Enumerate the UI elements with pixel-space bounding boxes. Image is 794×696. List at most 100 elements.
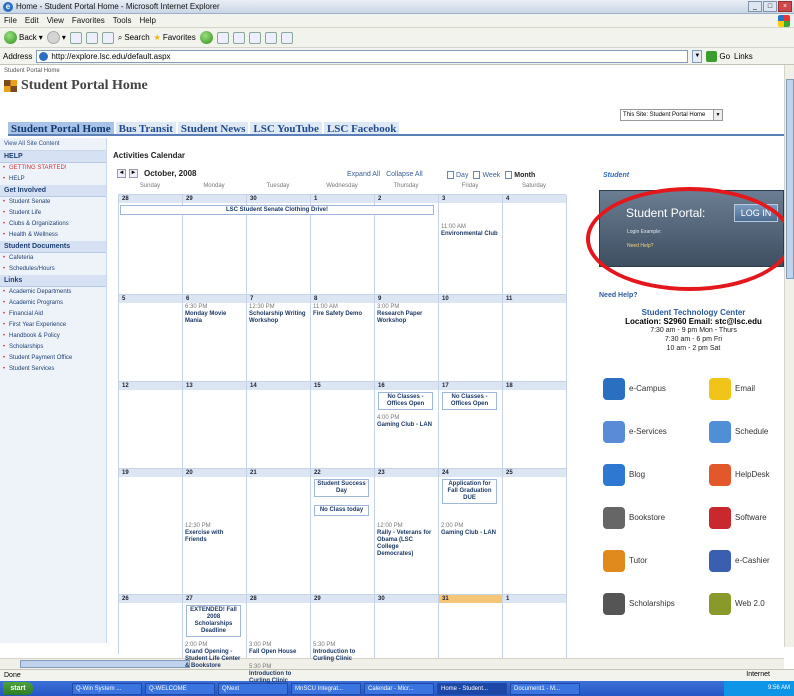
calendar-event[interactable]: 4:00 PM Gaming Club - LAN: [377, 415, 435, 429]
calendar-day-cell[interactable]: 21: [247, 469, 311, 595]
stop-icon[interactable]: [69, 31, 82, 44]
event-banner[interactable]: LSC Student Senate Clothing Drive!: [120, 205, 434, 215]
messenger-icon[interactable]: [280, 31, 293, 44]
address-dropdown-icon[interactable]: ▼: [692, 49, 703, 63]
calendar-day-cell[interactable]: 5: [119, 295, 183, 382]
tab-student-portal-home[interactable]: Student Portal Home: [8, 122, 114, 135]
horizontal-scroll-thumb[interactable]: [20, 660, 190, 668]
nav-item-financial-aid[interactable]: Financial Aid: [0, 309, 106, 320]
nav-item-academic-departments[interactable]: Academic Departments: [0, 287, 106, 298]
menu-help[interactable]: Help: [139, 16, 155, 25]
taskbar-item[interactable]: Calendar - Micr...: [364, 682, 434, 695]
nav-item-academic-programs[interactable]: Academic Programs: [0, 298, 106, 309]
history-icon[interactable]: [199, 31, 213, 44]
refresh-icon[interactable]: [85, 31, 98, 44]
service-link-email[interactable]: Email: [709, 378, 755, 400]
service-link-schedule[interactable]: Schedule: [709, 421, 768, 443]
calendar-event[interactable]: 6:30 PM Monday Movie Mania: [185, 304, 243, 325]
calendar-event[interactable]: 3:00 PM Research Paper Workshop: [377, 304, 435, 325]
nav-heading-links[interactable]: Links: [0, 275, 106, 287]
horizontal-scrollbar[interactable]: [0, 658, 784, 669]
scope-dropdown-icon[interactable]: ▼: [713, 110, 722, 120]
search-button[interactable]: ⌕ Search: [118, 33, 150, 43]
links-button[interactable]: Links: [734, 52, 753, 61]
tab-lsc-facebook[interactable]: LSC Facebook: [323, 122, 400, 135]
taskbar-item[interactable]: Q-Win System ...: [72, 682, 142, 695]
service-link-scholarships[interactable]: Scholarships: [603, 593, 675, 615]
tab-lsc-youtube[interactable]: LSC YouTube: [250, 122, 322, 135]
week-view-button[interactable]: Week: [473, 171, 500, 179]
vertical-scrollbar[interactable]: [784, 65, 794, 647]
close-button[interactable]: ×: [778, 1, 792, 12]
calendar-day-cell[interactable]: 18: [503, 382, 567, 469]
calendar-day-cell[interactable]: 4: [503, 195, 567, 295]
edit-icon[interactable]: [248, 31, 261, 44]
taskbar-item[interactable]: Document1 - M...: [510, 682, 580, 695]
calendar-event[interactable]: No Class today: [314, 505, 369, 516]
menu-view[interactable]: View: [47, 16, 64, 25]
nav-heading-student-documents[interactable]: Student Documents: [0, 241, 106, 253]
go-button[interactable]: Go: [706, 50, 730, 62]
nav-item-handbook[interactable]: Handbook & Policy: [0, 331, 106, 342]
calendar-event[interactable]: EXTENDED! Fall 2008 Scholarships Deadlin…: [186, 605, 241, 637]
favorites-button[interactable]: ★ Favorites: [154, 33, 196, 42]
calendar-event[interactable]: 11:00 AM Fire Safety Demo: [313, 304, 371, 318]
address-input[interactable]: http://explore.lsc.edu/default.aspx: [36, 49, 689, 63]
calendar-event[interactable]: 3:00 PM Fall Open House: [249, 642, 307, 656]
menu-file[interactable]: File: [4, 16, 17, 25]
calendar-event[interactable]: 2:00 PM Grand Opening - Student Life Cent…: [185, 642, 243, 670]
service-link-blog[interactable]: Blog: [603, 464, 645, 486]
day-view-button[interactable]: Day: [447, 171, 468, 179]
calendar-event[interactable]: 5:30 PM Introduction to Curling Clinic: [249, 664, 307, 685]
service-link-bookstore[interactable]: Bookstore: [603, 507, 665, 529]
collapse-all-link[interactable]: Collapse All: [386, 171, 423, 178]
back-button[interactable]: Back ▾: [4, 31, 43, 44]
service-link-helpdesk[interactable]: HelpDesk: [709, 464, 770, 486]
prev-month-button[interactable]: ◄: [117, 169, 126, 178]
calendar-day-cell[interactable]: 12: [119, 382, 183, 469]
calendar-day-cell[interactable]: 13: [183, 382, 247, 469]
next-month-button[interactable]: ►: [129, 169, 138, 178]
calendar-event[interactable]: Application for Fall Graduation DUE: [442, 479, 497, 504]
calendar-event[interactable]: 12:00 PM Rally - Veterans for Obama (LSC …: [377, 523, 435, 558]
start-button[interactable]: start: [3, 682, 33, 695]
calendar-event[interactable]: 12:30 PM Scholarship Writing Workshop: [249, 304, 307, 325]
tab-student-news[interactable]: Student News: [177, 122, 249, 135]
calendar-day-cell[interactable]: 3: [439, 195, 503, 295]
expand-all-link[interactable]: Expand All: [347, 171, 380, 178]
vertical-scroll-thumb[interactable]: [786, 79, 794, 279]
nav-item-cafeteria[interactable]: Cafeteria: [0, 253, 106, 264]
tab-bus-transit[interactable]: Bus Transit: [115, 122, 176, 135]
nav-item-health[interactable]: Health & Wellness: [0, 230, 106, 241]
nav-item-student-services[interactable]: Student Services: [0, 364, 106, 375]
taskbar-item[interactable]: Home - Student...: [437, 682, 507, 695]
calendar-event[interactable]: 12:30 PM Exercise with Friends: [185, 523, 243, 544]
menu-favorites[interactable]: Favorites: [72, 16, 105, 25]
nav-item-first-year[interactable]: First Year Experience: [0, 320, 106, 331]
service-link-e-campus[interactable]: e-Campus: [603, 378, 666, 400]
service-link-e-services[interactable]: e-Services: [603, 421, 667, 443]
calendar-event[interactable]: No Classes - Offices Open: [442, 392, 497, 410]
home-icon[interactable]: [101, 31, 114, 44]
site-search-scope[interactable]: This Site: Student Portal Home ▼: [620, 109, 723, 121]
nav-heading-help[interactable]: HELP: [0, 151, 106, 163]
menu-edit[interactable]: Edit: [25, 16, 39, 25]
view-all-content-link[interactable]: View All Site Content: [0, 138, 106, 151]
nav-item-help[interactable]: HELP: [0, 174, 106, 185]
calendar-event[interactable]: 11:00 AM Environmental Club: [441, 224, 499, 238]
service-link-e-cashier[interactable]: e-Cashier: [709, 550, 770, 572]
service-link-tutor[interactable]: Tutor: [603, 550, 647, 572]
service-link-software[interactable]: Software: [709, 507, 767, 529]
calendar-event[interactable]: 5:30 PM Introduction to Curling Clinic: [313, 642, 371, 663]
nav-item-clubs[interactable]: Clubs & Organizations: [0, 219, 106, 230]
calendar-event[interactable]: 2:00 PM Gaming Club - LAN: [441, 523, 499, 537]
print-icon[interactable]: [232, 31, 245, 44]
nav-item-student-life[interactable]: Student Life: [0, 208, 106, 219]
nav-item-getting-started[interactable]: GETTING STARTED!: [0, 163, 106, 174]
forward-button[interactable]: ▾: [46, 31, 66, 44]
month-view-button[interactable]: Month: [505, 171, 535, 179]
calendar-day-cell[interactable]: 11: [503, 295, 567, 382]
folder-icon[interactable]: [264, 31, 277, 44]
calendar-day-cell[interactable]: 14: [247, 382, 311, 469]
minimize-button[interactable]: _: [748, 1, 762, 12]
